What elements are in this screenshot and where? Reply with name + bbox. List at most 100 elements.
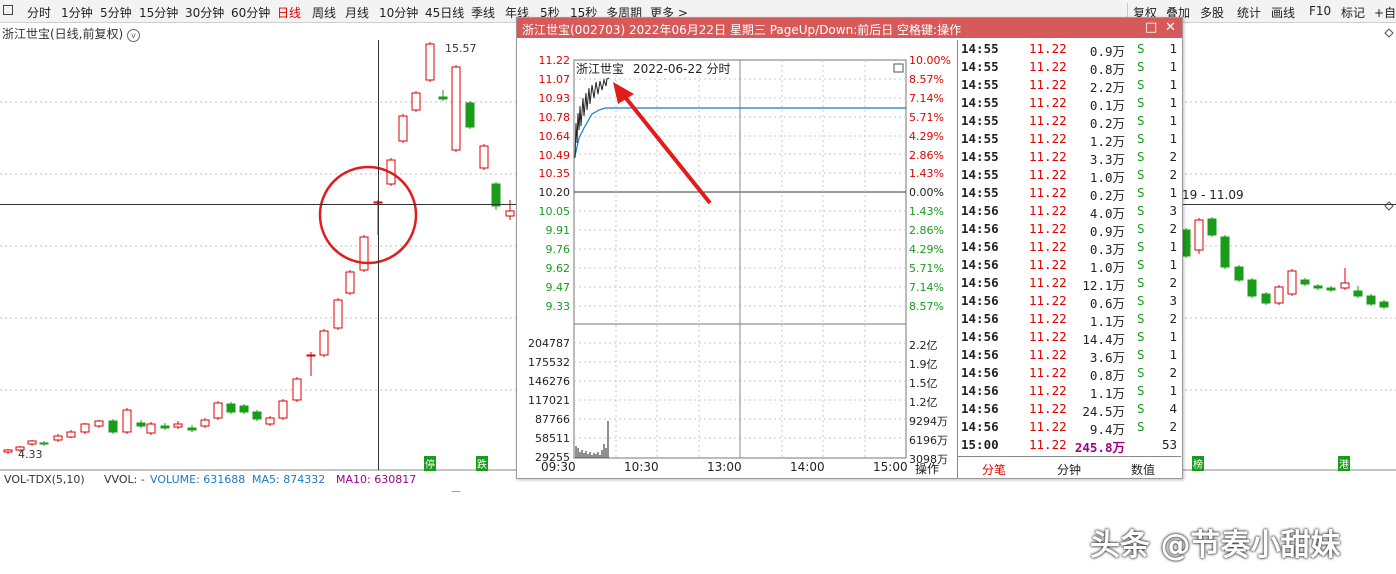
tick-side: S <box>1137 149 1145 164</box>
multi-stock-button[interactable]: 多股 <box>1200 4 1224 21</box>
annotation-arrow <box>613 82 712 205</box>
period-tab-daily[interactable]: 日线 <box>277 4 301 21</box>
maximize-icon[interactable]: □ <box>1145 20 1157 35</box>
tick-volume: 4.0万 <box>1089 206 1125 221</box>
tick-side: S <box>1137 419 1145 434</box>
pct-tick-label: 10.00% <box>909 54 951 67</box>
price-line <box>574 77 610 159</box>
tick-side: S <box>1137 329 1145 344</box>
candlestick <box>239 404 249 414</box>
statistics-button[interactable]: 统计 <box>1237 4 1261 21</box>
tick-side: S <box>1137 401 1145 416</box>
tick-volume: 2.2万 <box>1089 80 1125 95</box>
tick-price: 11.22 <box>1029 203 1067 218</box>
candlestick <box>1326 286 1336 292</box>
period-tab-15min[interactable]: 15分钟 <box>139 4 178 21</box>
pct-tick-label: 2.86% <box>909 224 944 238</box>
tick-price: 11.22 <box>1029 401 1067 416</box>
operation-button[interactable]: 操作 <box>915 460 939 477</box>
candlestick <box>319 329 329 357</box>
tick-side: S <box>1137 185 1145 200</box>
period-tab-monthly[interactable]: 月线 <box>345 4 369 21</box>
period-tab-quarterly[interactable]: 季线 <box>471 4 495 21</box>
inner-date: 2022-06-22 分时 <box>633 62 731 76</box>
menu-square-icon[interactable] <box>3 5 13 15</box>
pct-tick-label: 7.14% <box>909 280 944 294</box>
tick-count: 1 <box>1169 41 1177 56</box>
badge-list[interactable]: 榜 <box>1192 456 1204 471</box>
tick-list[interactable]: 14:55 11.22 0.9万 S 1 14:55 11.22 0.8万 S 1 14:55 11.… <box>959 38 1181 458</box>
candlestick <box>1207 217 1217 237</box>
popup-title: 浙江世宝(002703) 2022年06月22日 星期三 PageUp/Down… <box>522 23 962 37</box>
candlestick <box>425 42 435 82</box>
candlestick <box>53 434 63 442</box>
badge-hk[interactable]: 港 <box>1338 456 1350 471</box>
tick-count: 2 <box>1169 365 1177 380</box>
period-tab-1min[interactable]: 1分钟 <box>61 4 93 21</box>
tab-values[interactable]: 数值 <box>1131 461 1155 478</box>
tick-price: 11.22 <box>1029 311 1067 326</box>
tick-count: 2 <box>1169 149 1177 164</box>
popup-titlebar[interactable]: 浙江世宝(002703) 2022年06月22日 星期三 PageUp/Down… <box>517 18 1182 38</box>
mark-button[interactable]: 标记 <box>1341 4 1365 21</box>
tick-row: 14:56 11.22 14.4万 S 1 <box>959 329 1181 347</box>
period-tab-60min[interactable]: 60分钟 <box>231 4 270 21</box>
tick-volume: 1.0万 <box>1089 260 1125 275</box>
tick-time: 14:56 <box>961 383 999 398</box>
volume-tick-label: 175532 <box>528 356 570 369</box>
candlestick <box>146 422 156 435</box>
f10-button[interactable]: F10 <box>1309 4 1331 18</box>
inner-stock-name: 浙江世宝 <box>576 62 625 76</box>
draw-line-button[interactable]: 画线 <box>1271 4 1295 21</box>
tick-row: 14:55 11.22 0.8万 S 1 <box>959 59 1181 77</box>
candlestick <box>94 420 104 428</box>
ma10-value: MA10: 630817 <box>336 473 417 486</box>
tick-row: 14:55 11.22 1.0万 S 2 <box>959 167 1181 185</box>
period-tab-30min[interactable]: 30分钟 <box>185 4 224 21</box>
price-tick-label: 9.76 <box>545 243 571 256</box>
tick-row: 14:56 11.22 3.6万 S 1 <box>959 347 1181 365</box>
tick-time: 14:55 <box>961 77 999 92</box>
custom-button[interactable]: +自 <box>1374 4 1396 21</box>
tick-volume: 0.8万 <box>1089 368 1125 383</box>
tick-row: 14:56 11.22 1.0万 S 1 <box>959 257 1181 275</box>
tick-count: 1 <box>1169 329 1177 344</box>
badge-drop[interactable]: 跌 <box>476 456 488 471</box>
period-tab-5min[interactable]: 5分钟 <box>100 4 132 21</box>
close-icon[interactable]: ✕ <box>1165 20 1176 35</box>
tick-count: 1 <box>1169 113 1177 128</box>
tick-side: S <box>1137 293 1145 308</box>
tick-tabs: 分笔 分钟 数值 <box>957 456 1181 479</box>
tab-minutes[interactable]: 分钟 <box>1057 461 1081 478</box>
price-tick-label: 10.93 <box>538 91 571 105</box>
tick-row: 14:55 11.22 0.9万 S 1 <box>959 41 1181 59</box>
tick-price: 11.22 <box>1029 221 1067 236</box>
tick-count: 2 <box>1169 221 1177 236</box>
time-tick-label: 13:00 <box>707 460 742 474</box>
tick-price: 11.22 <box>1029 275 1067 290</box>
period-tab-10min[interactable]: 10分钟 <box>379 4 418 21</box>
time-tick-label: 09:30 <box>541 460 576 474</box>
tick-side: S <box>1137 239 1145 254</box>
expand-icon <box>893 63 904 73</box>
tick-side: S <box>1137 257 1145 272</box>
period-tab-weekly[interactable]: 周线 <box>312 4 336 21</box>
badge-halt[interactable]: 停 <box>424 456 436 471</box>
vol-indicator-name[interactable]: VOL-TDX(5,10) <box>4 473 85 486</box>
tick-count: 1 <box>1169 257 1177 272</box>
candlestick <box>226 402 236 414</box>
tick-volume: 12.1万 <box>1082 278 1125 293</box>
tick-time: 14:56 <box>961 257 999 272</box>
period-tab-fenshi[interactable]: 分时 <box>27 4 51 21</box>
candlestick <box>1366 294 1376 306</box>
low-price-label: 4.33 <box>18 448 43 461</box>
period-tab-45day[interactable]: 45日线 <box>425 4 464 21</box>
candlestick <box>479 144 489 170</box>
tick-price: 11.22 <box>1029 257 1067 272</box>
tick-volume: 245.8万 <box>1074 440 1125 455</box>
intraday-chart[interactable] <box>517 38 957 478</box>
candlestick <box>1234 265 1244 282</box>
tick-row: 14:56 11.22 24.5万 S 4 <box>959 401 1181 419</box>
tab-ticks[interactable]: 分笔 <box>982 461 1006 478</box>
candlestick <box>398 114 408 143</box>
